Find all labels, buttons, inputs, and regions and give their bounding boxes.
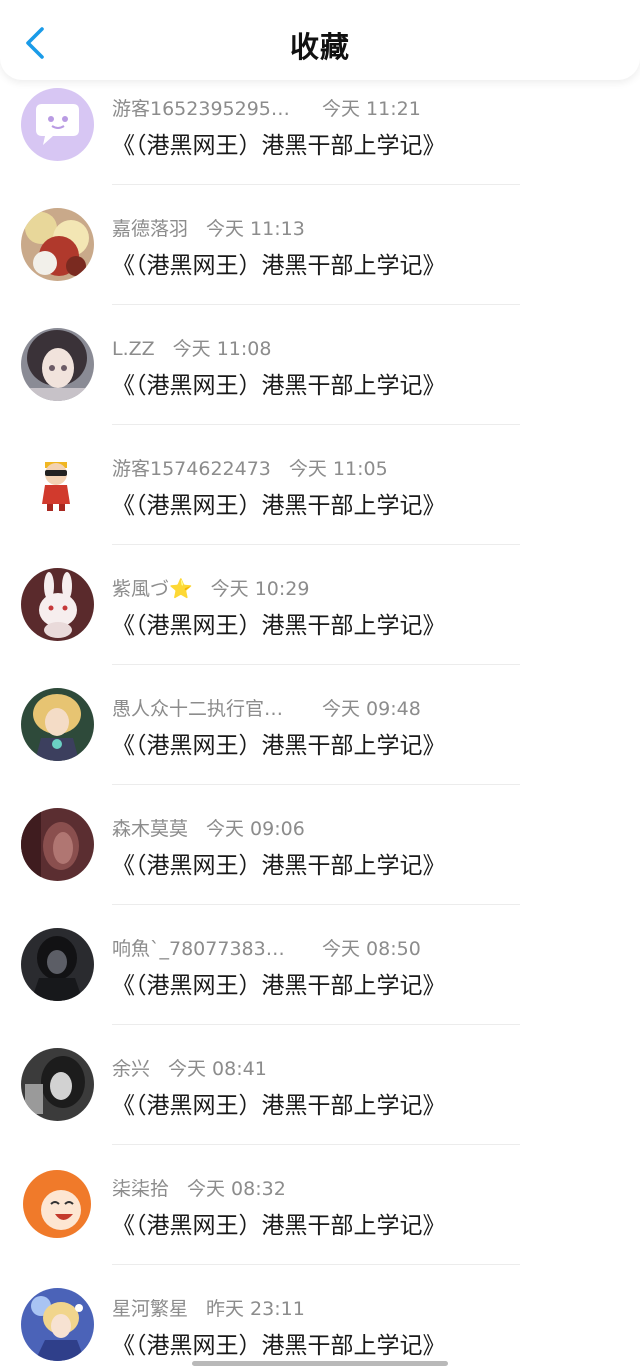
item-meta: 响魚`_78077383… 今天 08:50 bbox=[112, 934, 421, 960]
list-item[interactable]: 森木莫莫 今天 09:06 《（港黑网王）港黑干部上学记》 bbox=[0, 800, 640, 920]
favorites-page: 收藏 游客1652395295… 今天 11:21 《（港黑网王）港黑干部上学记》 bbox=[0, 0, 640, 1369]
book-title[interactable]: 《（港黑网王）港黑干部上学记》 bbox=[112, 846, 446, 880]
book-title[interactable]: 《（港黑网王）港黑干部上学记》 bbox=[112, 1326, 446, 1360]
list-item[interactable]: 游客1574622473 今天 11:05 《（港黑网王）港黑干部上学记》 bbox=[0, 440, 640, 560]
book-title[interactable]: 《（港黑网王）港黑干部上学记》 bbox=[112, 486, 446, 520]
divider bbox=[112, 184, 520, 185]
timestamp: 今天 11:08 bbox=[172, 338, 272, 360]
divider bbox=[112, 1264, 520, 1265]
item-meta: 森木莫莫 今天 09:06 bbox=[112, 814, 305, 840]
anime-blonde-character-avatar[interactable] bbox=[21, 688, 94, 761]
divider bbox=[112, 784, 520, 785]
timestamp: 昨天 23:11 bbox=[206, 1298, 305, 1320]
timestamp: 今天 09:48 bbox=[322, 698, 421, 720]
timestamp: 今天 08:41 bbox=[168, 1058, 267, 1080]
timestamp: 今天 11:21 bbox=[322, 98, 421, 120]
home-indicator[interactable] bbox=[192, 1361, 448, 1366]
item-meta: 柒柒拾 今天 08:32 bbox=[112, 1174, 286, 1200]
item-meta: 愚人众十二执行官… 今天 09:48 bbox=[112, 694, 421, 720]
divider bbox=[112, 904, 520, 905]
anime-dark-hair-girl-avatar[interactable] bbox=[21, 328, 94, 401]
book-title[interactable]: 《（港黑网王）港黑干部上学记》 bbox=[112, 1086, 446, 1120]
divider bbox=[112, 1024, 520, 1025]
timestamp: 今天 09:06 bbox=[206, 818, 305, 840]
username: 响魚`_78077383… bbox=[112, 938, 285, 960]
username: 森木莫莫 bbox=[112, 818, 189, 840]
username: 嘉德落羽 bbox=[112, 218, 189, 240]
timestamp: 今天 08:50 bbox=[322, 938, 421, 960]
timestamp: 今天 10:29 bbox=[210, 578, 310, 600]
book-title[interactable]: 《（港黑网王）港黑干部上学记》 bbox=[112, 246, 446, 280]
item-meta: 星河繁星 昨天 23:11 bbox=[112, 1294, 305, 1320]
username: 柒柒拾 bbox=[112, 1178, 170, 1200]
book-title[interactable]: 《（港黑网王）港黑干部上学记》 bbox=[112, 726, 446, 760]
username: L.ZZ bbox=[112, 338, 155, 360]
anime-blue-sparkle-avatar[interactable] bbox=[21, 1288, 94, 1361]
item-meta: L.ZZ 今天 11:08 bbox=[112, 334, 271, 360]
cartoon-boy-sunglasses-avatar[interactable] bbox=[21, 448, 94, 521]
item-meta: 紫風づ⭐ 今天 10:29 bbox=[112, 574, 309, 600]
list-item[interactable]: 紫風づ⭐ 今天 10:29 《（港黑网王）港黑干部上学记》 bbox=[0, 560, 640, 680]
white-rabbit-avatar[interactable] bbox=[21, 568, 94, 641]
list-item[interactable]: 游客1652395295… 今天 11:21 《（港黑网王）港黑干部上学记》 bbox=[0, 80, 640, 200]
list-item[interactable]: 嘉德落羽 今天 11:13 《（港黑网王）港黑干部上学记》 bbox=[0, 200, 640, 320]
list-item[interactable]: 柒柒拾 今天 08:32 《（港黑网王）港黑干部上学记》 bbox=[0, 1160, 640, 1280]
list-item[interactable]: L.ZZ 今天 11:08 《（港黑网王）港黑干部上学记》 bbox=[0, 320, 640, 440]
dark-hooded-figure-avatar[interactable] bbox=[21, 928, 94, 1001]
divider bbox=[112, 544, 520, 545]
divider bbox=[112, 304, 520, 305]
book-title[interactable]: 《（港黑网王）港黑干部上学记》 bbox=[112, 1206, 446, 1240]
dark-red-portrait-avatar[interactable] bbox=[21, 808, 94, 881]
item-meta: 游客1652395295… 今天 11:21 bbox=[112, 94, 421, 120]
grayscale-portrait-avatar[interactable] bbox=[21, 1048, 94, 1121]
book-title[interactable]: 《（港黑网王）港黑干部上学记》 bbox=[112, 966, 446, 1000]
divider bbox=[112, 1144, 520, 1145]
list-item[interactable]: 愚人众十二执行官… 今天 09:48 《（港黑网王）港黑干部上学记》 bbox=[0, 680, 640, 800]
divider bbox=[112, 664, 520, 665]
list-item[interactable]: 余兴 今天 08:41 《（港黑网王）港黑干部上学记》 bbox=[0, 1040, 640, 1160]
page-title: 收藏 bbox=[289, 30, 350, 64]
chat-bubble-avatar[interactable] bbox=[21, 88, 94, 161]
book-title[interactable]: 《（港黑网王）港黑干部上学记》 bbox=[112, 606, 446, 640]
list-item[interactable]: 星河繁星 昨天 23:11 《（港黑网王）港黑干部上学记》 bbox=[0, 1280, 640, 1369]
timestamp: 今天 11:13 bbox=[206, 218, 305, 240]
item-meta: 余兴 今天 08:41 bbox=[112, 1054, 267, 1080]
book-title[interactable]: 《（港黑网王）港黑干部上学记》 bbox=[112, 126, 446, 160]
list-item[interactable]: 响魚`_78077383… 今天 08:50 《（港黑网王）港黑干部上学记》 bbox=[0, 920, 640, 1040]
timestamp: 今天 08:32 bbox=[187, 1178, 286, 1200]
username: 紫風づ⭐ bbox=[112, 578, 193, 600]
item-meta: 游客1574622473 今天 11:05 bbox=[112, 454, 388, 480]
divider bbox=[112, 424, 520, 425]
username: 余兴 bbox=[112, 1058, 151, 1080]
username: 愚人众十二执行官… bbox=[112, 698, 284, 720]
username: 游客1652395295… bbox=[112, 98, 290, 120]
username: 星河繁星 bbox=[112, 1298, 189, 1320]
anime-blonde-girl-avatar[interactable] bbox=[21, 208, 94, 281]
orange-hair-laughing-avatar[interactable] bbox=[21, 1168, 94, 1241]
item-meta: 嘉德落羽 今天 11:13 bbox=[112, 214, 305, 240]
timestamp: 今天 11:05 bbox=[288, 458, 388, 480]
username: 游客1574622473 bbox=[112, 458, 271, 480]
top-navigation-bar: 收藏 bbox=[0, 0, 640, 80]
book-title[interactable]: 《（港黑网王）港黑干部上学记》 bbox=[112, 366, 446, 400]
